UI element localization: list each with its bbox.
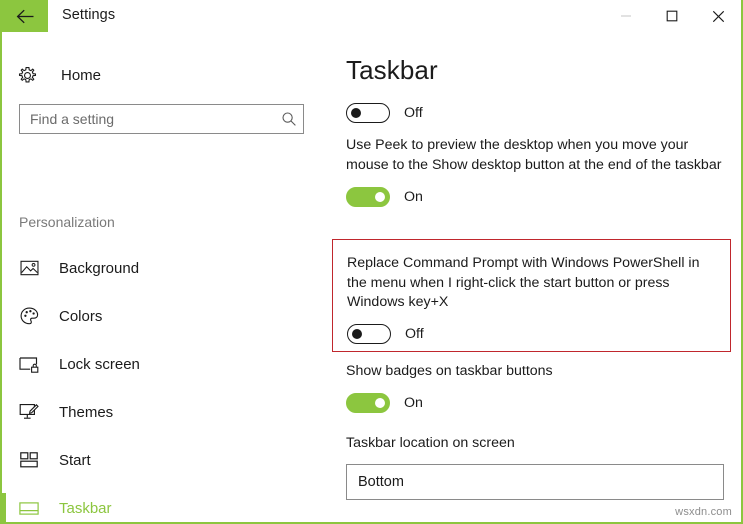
image-icon [18, 260, 40, 276]
peek-description: Use Peek to preview the desktop when you… [346, 137, 722, 173]
powershell-setting-block: Replace Command Prompt with Windows Powe… [347, 254, 717, 344]
gear-icon [18, 66, 44, 85]
sidebar-item-label: Background [59, 259, 140, 277]
badges-toggle-row: On [346, 392, 724, 413]
close-button[interactable] [695, 0, 741, 32]
sidebar-item-home[interactable]: Home [18, 60, 308, 90]
peek-toggle-state: On [404, 189, 423, 206]
sidebar-item-label: Taskbar [59, 499, 112, 517]
sidebar-item-label: Colors [59, 307, 103, 325]
selection-indicator [2, 493, 6, 522]
toggle-knob [351, 108, 361, 118]
toggle-knob [375, 192, 385, 203]
page-title: Taskbar [346, 55, 438, 85]
powershell-highlight-box: Replace Command Prompt with Windows Powe… [332, 239, 731, 352]
sidebar-item-background[interactable]: Background [2, 244, 327, 292]
search-input[interactable] [20, 111, 275, 127]
selection-indicator [2, 253, 6, 283]
minimize-button[interactable] [603, 0, 649, 32]
badges-toggle-switch[interactable] [346, 392, 390, 413]
top-toggle-state: Off [404, 105, 423, 121]
sidebar-item-label: Themes [59, 403, 114, 421]
maximize-button[interactable] [649, 0, 695, 32]
sidebar-item-label: Lock screen [59, 355, 140, 373]
powershell-toggle-row: Off [347, 323, 717, 344]
sidebar: Home Personalization [2, 40, 327, 522]
powershell-description: Replace Command Prompt with Windows Powe… [347, 255, 700, 311]
top-setting-block: Off [346, 103, 423, 123]
toggle-knob [375, 397, 385, 408]
sidebar-item-colors[interactable]: Colors [2, 292, 327, 340]
selection-indicator [2, 349, 6, 379]
start-tiles-icon [18, 452, 40, 468]
peek-toggle-switch[interactable] [346, 187, 390, 208]
sidebar-item-themes[interactable]: Themes [2, 388, 327, 436]
badges-setting-block: Show badges on taskbar buttons On [346, 362, 724, 413]
sidebar-item-lock-screen[interactable]: Lock screen [2, 340, 327, 388]
badges-toggle-state: On [404, 394, 423, 411]
sidebar-item-taskbar[interactable]: Taskbar [2, 484, 327, 522]
taskbar-icon [18, 501, 40, 515]
main-content: Taskbar Off Use Peek to preview the desk… [327, 40, 741, 522]
window-title: Settings [62, 7, 116, 23]
settings-window: Settings Home Find a setting Personaliza… [0, 0, 743, 524]
lock-screen-icon [18, 356, 40, 373]
themes-brush-icon [18, 403, 40, 421]
sidebar-item-label: Start [59, 451, 91, 469]
back-button[interactable] [2, 0, 48, 32]
badges-description: Show badges on taskbar buttons [346, 363, 553, 379]
peek-setting-block: Use Peek to preview the desktop when you… [346, 136, 724, 208]
search-box[interactable] [19, 104, 304, 134]
back-arrow-icon [16, 9, 35, 24]
search-icon[interactable] [275, 111, 303, 127]
title-bar: Settings [2, 0, 741, 40]
toggle-knob [352, 328, 362, 339]
selection-indicator [2, 301, 6, 331]
sidebar-nav-list: Background Colors Lock screen Themes Sta… [2, 244, 327, 522]
powershell-toggle-state: Off [405, 325, 424, 342]
window-controls [603, 0, 741, 32]
powershell-toggle-switch[interactable] [347, 323, 391, 344]
selection-indicator [2, 397, 6, 427]
sidebar-item-start[interactable]: Start [2, 436, 327, 484]
sidebar-section-label: Personalization [19, 214, 115, 230]
taskbar-location-dropdown[interactable]: Bottom [346, 463, 724, 500]
palette-icon [18, 307, 40, 325]
taskbar-location-block: Taskbar location on screen Bottom [346, 434, 724, 500]
peek-toggle-row: On [346, 187, 724, 208]
taskbar-location-label: Taskbar location on screen [346, 435, 515, 451]
selection-indicator [2, 445, 6, 475]
watermark: wsxdn.com [675, 506, 732, 518]
top-toggle-row: Off [346, 103, 423, 123]
taskbar-location-value: Bottom [358, 473, 404, 490]
sidebar-home-label: Home [61, 66, 102, 84]
top-toggle-switch[interactable] [346, 103, 390, 123]
